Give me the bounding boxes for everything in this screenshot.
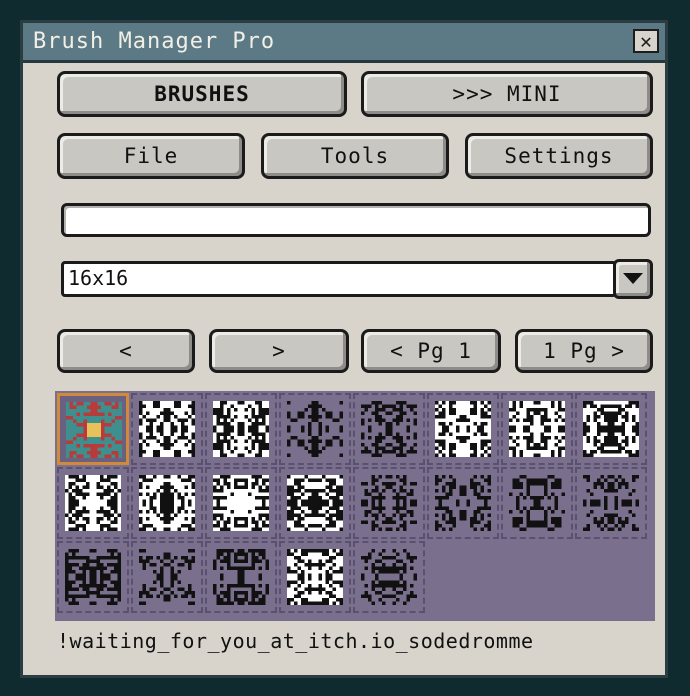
brush-pattern-icon (361, 475, 417, 531)
title-bar[interactable]: Brush Manager Pro ✕ (23, 23, 665, 63)
brush-pattern-icon (213, 401, 269, 457)
brush-pattern-icon (287, 475, 343, 531)
brush-cell-knot-2[interactable] (57, 541, 129, 613)
brush-cell-flower-color[interactable] (57, 393, 129, 465)
brush-manager-window: Brush Manager Pro ✕ BRUSHES >>> MINI Fil… (20, 20, 668, 678)
brush-pattern-icon (66, 402, 122, 458)
brush-cell-tile-1[interactable] (57, 467, 129, 539)
file-menu-label: File (123, 144, 179, 168)
brush-cell-frame[interactable] (205, 541, 277, 613)
first-page-button[interactable]: < Pg 1 (361, 329, 501, 373)
brush-pattern-icon (139, 549, 195, 605)
brush-pattern-icon (65, 475, 121, 531)
next-label: > (272, 339, 286, 363)
settings-menu-label: Settings (504, 144, 614, 168)
prev-button[interactable]: < (57, 329, 195, 373)
brush-pattern-icon (435, 475, 491, 531)
brush-pattern-icon (213, 475, 269, 531)
brush-pattern-icon (509, 475, 565, 531)
tools-menu-label: Tools (320, 144, 390, 168)
brush-name-input[interactable] (61, 203, 651, 237)
brush-pattern-icon (435, 401, 491, 457)
last-page-label: 1 Pg > (543, 339, 625, 363)
brush-pattern-icon (139, 475, 195, 531)
brush-cell-tile-3[interactable] (205, 467, 277, 539)
brush-cell-flower-3[interactable] (279, 393, 351, 465)
brush-cell-grid-3[interactable] (575, 393, 647, 465)
prev-label: < (119, 339, 133, 363)
brush-cell-grid-2[interactable] (501, 393, 573, 465)
brush-cell-tile-2[interactable] (131, 467, 203, 539)
close-icon[interactable]: ✕ (633, 29, 659, 53)
brush-cell-mesh-2[interactable] (427, 467, 499, 539)
size-select-value: 16x16 (68, 266, 129, 290)
brush-pattern-icon (361, 549, 417, 605)
brushes-tab-button[interactable]: BRUSHES (57, 71, 347, 117)
tools-menu-button[interactable]: Tools (261, 133, 449, 179)
brush-pattern-icon (361, 401, 417, 457)
brush-pattern-icon (287, 401, 343, 457)
brush-pattern-icon (583, 401, 639, 457)
brush-cell-mesh-3[interactable] (501, 467, 573, 539)
brush-cell-mesh-1[interactable] (353, 467, 425, 539)
brush-cell-flower-2[interactable] (205, 393, 277, 465)
brush-cell-flower-1[interactable] (131, 393, 203, 465)
last-page-button[interactable]: 1 Pg > (515, 329, 653, 373)
brush-cell-flower-4[interactable] (353, 393, 425, 465)
brush-cell-spiral-1[interactable] (279, 541, 351, 613)
first-page-label: < Pg 1 (390, 339, 472, 363)
brush-pattern-icon (139, 401, 195, 457)
mini-mode-button[interactable]: >>> MINI (361, 71, 653, 117)
brush-pattern-icon (287, 549, 343, 605)
brush-pattern-icon (509, 401, 565, 457)
window-title: Brush Manager Pro (33, 29, 276, 54)
brush-grid (55, 391, 655, 621)
file-menu-button[interactable]: File (57, 133, 245, 179)
brush-cell-knot-1[interactable] (575, 467, 647, 539)
brush-pattern-icon (583, 475, 639, 531)
mini-mode-label: >>> MINI (452, 82, 562, 106)
next-button[interactable]: > (209, 329, 349, 373)
size-select[interactable]: 16x16 (61, 261, 617, 297)
brush-cell-totem[interactable] (131, 541, 203, 613)
chevron-down-icon[interactable] (613, 259, 653, 299)
brush-cell-grid-1[interactable] (427, 393, 499, 465)
brush-pattern-icon (213, 549, 269, 605)
brush-cell-tile-4[interactable] (279, 467, 351, 539)
brushes-tab-label: BRUSHES (154, 82, 250, 106)
footer-text: !waiting_for_you_at_itch.io_sodedromme (57, 629, 534, 653)
brush-pattern-icon (65, 549, 121, 605)
settings-menu-button[interactable]: Settings (465, 133, 653, 179)
brush-cell-spiral-2[interactable] (353, 541, 425, 613)
